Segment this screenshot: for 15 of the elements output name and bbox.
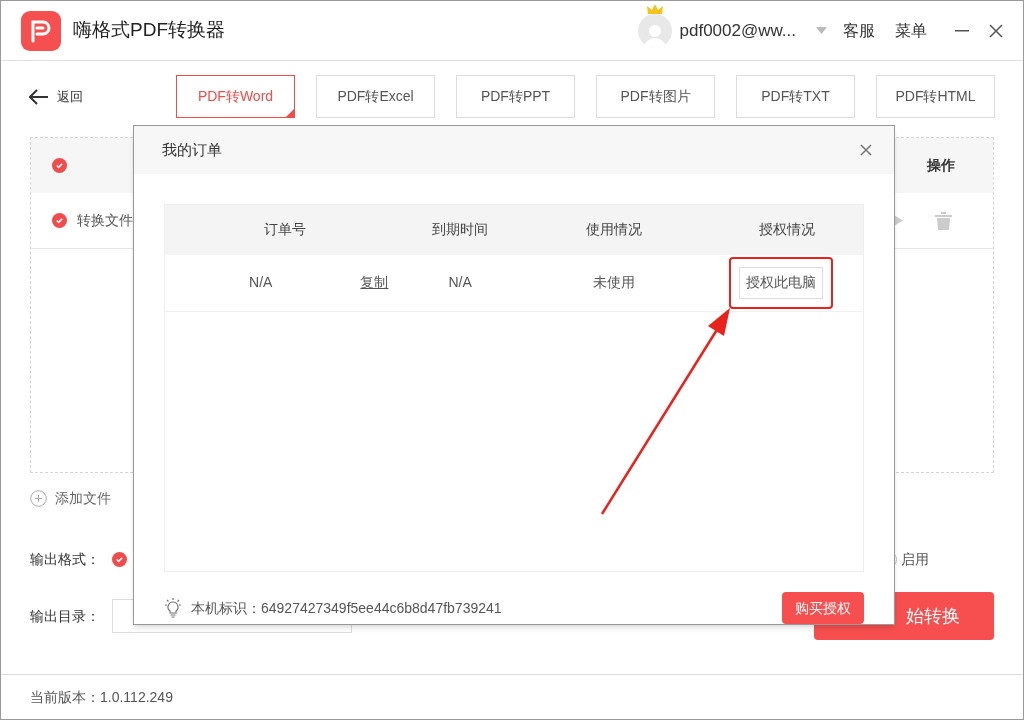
- table-cell-text: N/A: [248, 273, 274, 293]
- column-header: 订单号: [262, 220, 307, 240]
- column-header: 操作: [927, 156, 955, 175]
- table-cell-text: 未使用: [591, 273, 636, 293]
- output-dir-label: 输出目录：: [30, 606, 101, 626]
- app-title: 嗨格式PDF转换器: [73, 18, 225, 43]
- version-text: 当前版本：1.0.112.249: [30, 687, 173, 707]
- column-header: 使用情况: [584, 220, 643, 240]
- output-format-label: 输出格式：: [30, 550, 101, 569]
- column-header: 到期时间: [431, 220, 490, 240]
- file-name: 转换文件: [77, 211, 133, 230]
- machine-id-text: 本机标识：64927427349f5ee44c6b8d47fb739241: [191, 598, 502, 618]
- dialog-title: 我的订单: [162, 139, 222, 160]
- table-cell-text: N/A: [447, 273, 473, 293]
- column-header: 授权情况: [758, 220, 817, 240]
